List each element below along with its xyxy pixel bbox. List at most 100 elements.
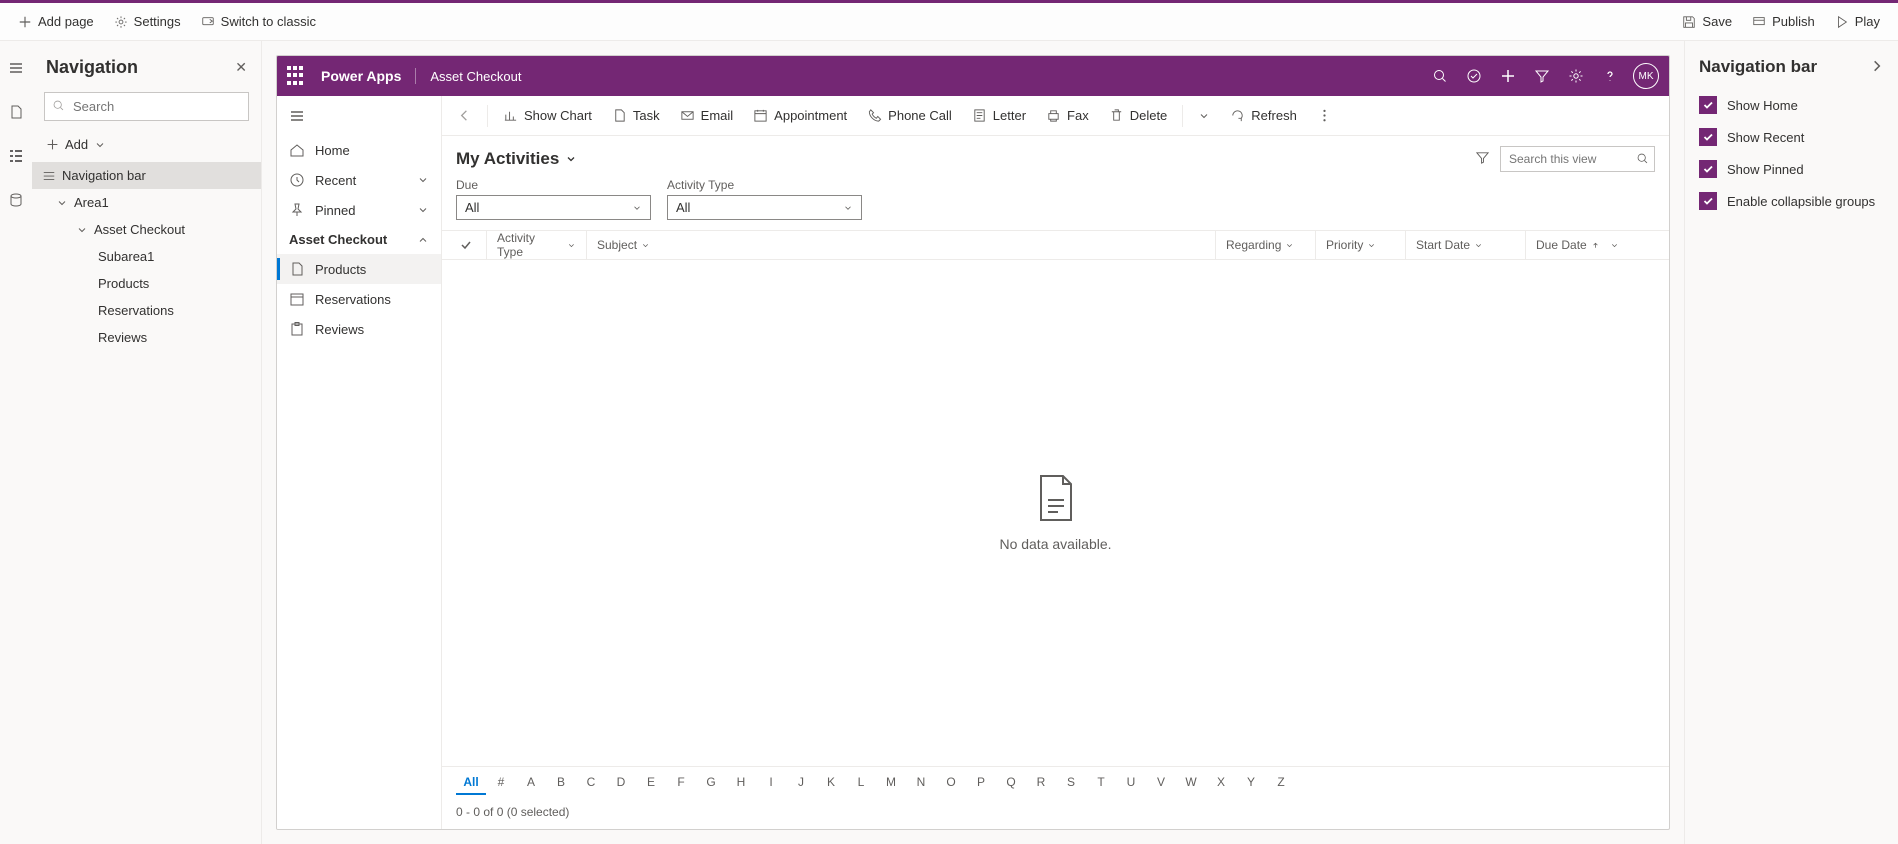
cmd-more[interactable] xyxy=(1308,103,1341,128)
switch-icon xyxy=(201,15,215,29)
close-panel-button[interactable]: ✕ xyxy=(235,59,247,76)
settings-button[interactable]: Settings xyxy=(106,10,189,33)
sidebar-item-products[interactable]: Products xyxy=(277,254,441,284)
alpha-letter[interactable]: G xyxy=(696,771,726,795)
tree-navigation-bar[interactable]: Navigation bar xyxy=(32,162,261,189)
column-select-all[interactable] xyxy=(456,231,486,259)
checkbox-show-pinned[interactable]: Show Pinned xyxy=(1685,153,1898,185)
cmd-email[interactable]: Email xyxy=(671,103,743,128)
sidebar-item-pinned[interactable]: Pinned xyxy=(277,195,441,225)
alpha-letter[interactable]: Q xyxy=(996,771,1026,795)
sidebar-group-asset-checkout[interactable]: Asset Checkout xyxy=(277,225,441,254)
rail-navigation-icon[interactable] xyxy=(7,147,25,165)
rail-hamburger-icon[interactable] xyxy=(7,59,25,77)
sidebar-item-reservations[interactable]: Reservations xyxy=(277,284,441,314)
header-gear-icon[interactable] xyxy=(1559,68,1593,84)
tree-subarea1[interactable]: Subarea1 xyxy=(32,243,261,270)
alpha-letter[interactable]: F xyxy=(666,771,696,795)
play-button[interactable]: Play xyxy=(1827,10,1888,33)
sidebar-item-reviews[interactable]: Reviews xyxy=(277,314,441,344)
header-target-icon[interactable] xyxy=(1457,68,1491,84)
tree-reservations[interactable]: Reservations xyxy=(32,297,261,324)
view-title-dropdown[interactable]: My Activities xyxy=(456,149,577,169)
alpha-letter[interactable]: M xyxy=(876,771,906,795)
cmd-appointment[interactable]: Appointment xyxy=(744,103,856,128)
column-subject[interactable]: Subject xyxy=(586,231,1215,259)
alpha-letter[interactable]: V xyxy=(1146,771,1176,795)
header-plus-icon[interactable] xyxy=(1491,68,1525,84)
tree-area1[interactable]: Area1 xyxy=(32,189,261,216)
alpha-letter[interactable]: A xyxy=(516,771,546,795)
column-priority[interactable]: Priority xyxy=(1315,231,1405,259)
add-button[interactable]: Add xyxy=(32,131,261,158)
sidebar-item-recent[interactable]: Recent xyxy=(277,165,441,195)
alpha-letter[interactable]: H xyxy=(726,771,756,795)
cmd-task[interactable]: Task xyxy=(603,103,669,128)
chevron-down-icon xyxy=(641,241,650,250)
collapse-panel-button[interactable] xyxy=(1870,59,1884,76)
alpha-letter[interactable]: T xyxy=(1086,771,1116,795)
rail-data-icon[interactable] xyxy=(7,191,25,209)
waffle-icon[interactable] xyxy=(287,66,307,86)
alpha-letter[interactable]: C xyxy=(576,771,606,795)
nav-search-input[interactable] xyxy=(44,92,249,121)
column-regarding[interactable]: Regarding xyxy=(1215,231,1315,259)
sidebar-hamburger[interactable] xyxy=(277,100,441,135)
alpha-letter[interactable]: P xyxy=(966,771,996,795)
filter-due-select[interactable]: All xyxy=(456,195,651,220)
checkbox-show-home[interactable]: Show Home xyxy=(1685,89,1898,121)
alpha-letter[interactable]: R xyxy=(1026,771,1056,795)
cmd-delete-chevron[interactable] xyxy=(1189,105,1219,127)
alpha-letter[interactable]: E xyxy=(636,771,666,795)
tree-asset-checkout[interactable]: Asset Checkout xyxy=(32,216,261,243)
cmd-phone-call[interactable]: Phone Call xyxy=(858,103,961,128)
cmd-show-chart[interactable]: Show Chart xyxy=(494,103,601,128)
alpha-letter[interactable]: N xyxy=(906,771,936,795)
header-filter-icon[interactable] xyxy=(1525,68,1559,84)
alpha-letter[interactable]: D xyxy=(606,771,636,795)
alpha-letter[interactable]: # xyxy=(486,771,516,795)
column-start-date[interactable]: Start Date xyxy=(1405,231,1525,259)
search-icon[interactable] xyxy=(1636,152,1649,165)
empty-state: No data available. xyxy=(442,260,1669,766)
cmd-refresh[interactable]: Refresh xyxy=(1221,103,1306,128)
alpha-letter[interactable]: X xyxy=(1206,771,1236,795)
tree-products[interactable]: Products xyxy=(32,270,261,297)
alpha-letter[interactable]: J xyxy=(786,771,816,795)
cmd-fax[interactable]: Fax xyxy=(1037,103,1098,128)
view-search-input[interactable] xyxy=(1500,146,1655,172)
alpha-letter[interactable]: K xyxy=(816,771,846,795)
alpha-all[interactable]: All xyxy=(456,771,486,795)
alpha-letter[interactable]: U xyxy=(1116,771,1146,795)
column-due-date[interactable]: Due Date xyxy=(1525,231,1655,259)
filter-type-select[interactable]: All xyxy=(667,195,862,220)
add-page-button[interactable]: Add page xyxy=(10,10,102,33)
rail-pages-icon[interactable] xyxy=(7,103,25,121)
alpha-letter[interactable]: I xyxy=(756,771,786,795)
cmd-delete[interactable]: Delete xyxy=(1100,103,1177,128)
cmd-letter[interactable]: Letter xyxy=(963,103,1035,128)
alpha-letter[interactable]: W xyxy=(1176,771,1206,795)
header-help-icon[interactable] xyxy=(1593,68,1627,84)
header-search-icon[interactable] xyxy=(1423,68,1457,84)
publish-button[interactable]: Publish xyxy=(1744,10,1823,33)
alpha-letter[interactable]: S xyxy=(1056,771,1086,795)
checkbox-enable-collapsible[interactable]: Enable collapsible groups xyxy=(1685,185,1898,217)
alpha-letter[interactable]: L xyxy=(846,771,876,795)
alpha-letter[interactable]: O xyxy=(936,771,966,795)
alpha-letter[interactable]: Z xyxy=(1266,771,1296,795)
navigation-panel-title: Navigation xyxy=(46,57,138,78)
alpha-letter[interactable]: Y xyxy=(1236,771,1266,795)
alpha-letter[interactable]: B xyxy=(546,771,576,795)
column-activity-type[interactable]: Activity Type xyxy=(486,231,586,259)
view-header: My Activities xyxy=(442,136,1669,178)
view-filter-icon[interactable] xyxy=(1475,150,1490,168)
header-avatar[interactable]: MK xyxy=(1633,63,1659,89)
switch-classic-button[interactable]: Switch to classic xyxy=(193,10,324,33)
tree-reviews[interactable]: Reviews xyxy=(32,324,261,351)
save-button[interactable]: Save xyxy=(1674,10,1740,33)
cmd-back[interactable] xyxy=(448,103,481,128)
phone-icon xyxy=(867,108,882,123)
sidebar-item-home[interactable]: Home xyxy=(277,135,441,165)
checkbox-show-recent[interactable]: Show Recent xyxy=(1685,121,1898,153)
